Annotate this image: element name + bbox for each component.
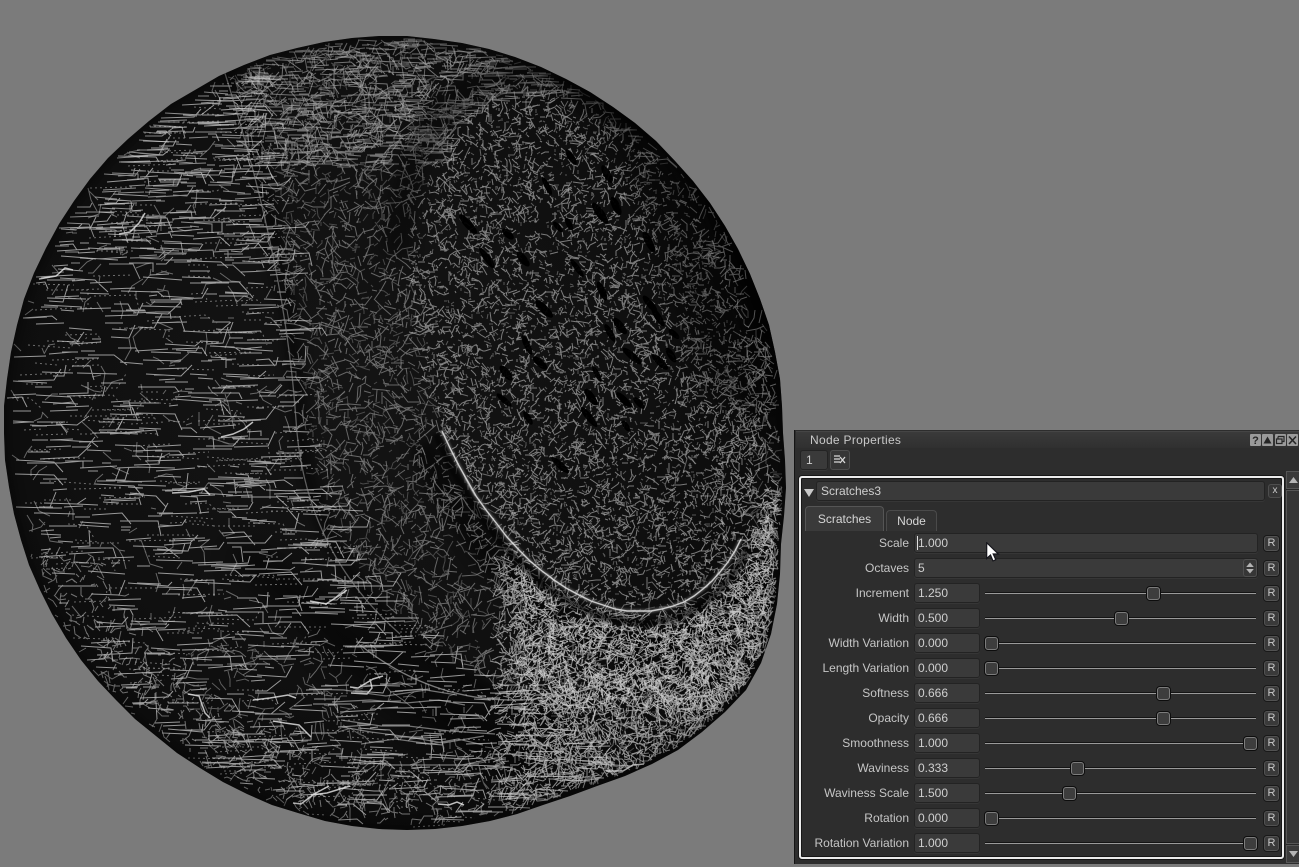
- svg-text:?: ?: [1252, 435, 1259, 446]
